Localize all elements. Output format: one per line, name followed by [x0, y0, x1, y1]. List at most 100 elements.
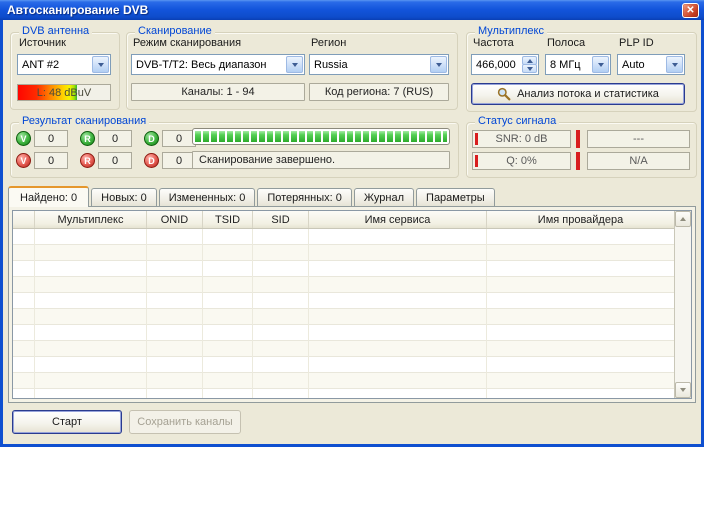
region-label: Регион [311, 37, 346, 49]
scan-progress-bar [192, 128, 450, 145]
group-signal-status-legend: Статус сигнала [475, 115, 559, 127]
quality-extra-text: N/A [629, 155, 647, 167]
region-dropdown-button[interactable] [430, 56, 447, 73]
save-channels-button[interactable]: Сохранить каналы [129, 410, 241, 434]
quality-field: Q: 0% [472, 152, 571, 170]
video-found-count: 0 [34, 130, 68, 147]
data-found-icon: D [144, 131, 159, 146]
snr-field: SNR: 0 dB [472, 130, 571, 148]
scan-mode-dropdown-button[interactable] [286, 56, 303, 73]
titlebar: Автосканирование DVB ✕ [0, 0, 704, 20]
start-button[interactable]: Старт [12, 410, 122, 434]
snr-text: SNR: 0 dB [496, 133, 548, 145]
region-select[interactable]: Russia [309, 54, 449, 75]
scan-status-field: Сканирование завершено. [192, 151, 450, 169]
plp-id-value: Auto [622, 59, 645, 71]
channels-table-body[interactable] [13, 229, 674, 398]
chevron-down-icon [436, 63, 442, 67]
quality-right-tick [576, 152, 580, 170]
spin-up-icon [527, 59, 533, 63]
data-found-count: 0 [162, 130, 196, 147]
close-icon: ✕ [686, 5, 694, 16]
region-value: Russia [314, 59, 348, 71]
group-dvb-antenna-legend: DVB антенна [19, 25, 92, 37]
group-multiplex-legend: Мультиплекс [475, 25, 547, 37]
tab-bar: Найдено: 0 Новых: 0 Измененных: 0 Потеря… [8, 186, 497, 207]
antenna-source-select[interactable]: ANT #2 [17, 54, 111, 75]
radio-scrambled-icon: R [80, 153, 95, 168]
scroll-down-button[interactable] [675, 382, 691, 398]
header-cell-sid: SID [253, 211, 309, 228]
analyze-stream-button[interactable]: Анализ потока и статистика [471, 83, 685, 105]
close-button[interactable]: ✕ [682, 3, 699, 18]
scroll-down-icon [680, 388, 686, 392]
tab-found-label: Найдено: 0 [20, 192, 77, 204]
video-found-icon: V [16, 131, 31, 146]
radio-found-icon: R [80, 131, 95, 146]
chevron-down-icon [598, 63, 604, 67]
snr-left-tick [475, 133, 478, 145]
radio-scrambled-count: 0 [98, 152, 132, 169]
bandwidth-value: 8 МГц [550, 59, 581, 71]
frequency-spin-down-button[interactable] [522, 64, 537, 73]
tab-panel-found: Мультиплекс ONID TSID SID Имя сервиса Им… [8, 206, 696, 403]
bandwidth-label: Полоса [547, 37, 585, 49]
tab-new[interactable]: Новых: 0 [91, 188, 157, 207]
dvb-autoscan-dialog: Автосканирование DVB ✕ DVB антенна Источ… [0, 0, 704, 447]
snr-extra-field: --- [587, 130, 690, 148]
save-channels-button-label: Сохранить каналы [137, 416, 232, 428]
scroll-up-icon [680, 217, 686, 221]
window-title: Автосканирование DVB [7, 3, 148, 17]
tab-log[interactable]: Журнал [354, 188, 414, 207]
tab-log-label: Журнал [364, 192, 404, 204]
signal-level-meter: L: 48 dBuV [17, 84, 111, 101]
antenna-source-dropdown-button[interactable] [92, 56, 109, 73]
analyze-stream-button-label: Анализ потока и статистика [517, 88, 659, 100]
scan-progress-fill [195, 131, 447, 142]
chevron-down-icon [98, 63, 104, 67]
header-cell-multiplex: Мультиплекс [35, 211, 147, 228]
frequency-label: Частота [473, 37, 514, 49]
bandwidth-select[interactable]: 8 МГц [545, 54, 611, 75]
scan-mode-value: DVB-T/T2: Весь диапазон [136, 59, 267, 71]
scroll-up-button[interactable] [675, 211, 691, 227]
vertical-scrollbar[interactable] [674, 211, 691, 398]
channels-info-field: Каналы: 1 - 94 [131, 83, 305, 101]
window-body: DVB антенна Источник ANT #2 L: 48 dBuV С… [3, 20, 701, 444]
tab-new-label: Новых: 0 [101, 192, 147, 204]
snr-extra-text: --- [633, 133, 644, 145]
radio-found-count: 0 [98, 130, 132, 147]
quality-text: Q: 0% [506, 155, 537, 167]
scan-mode-label: Режим сканирования [133, 37, 241, 49]
tab-found[interactable]: Найдено: 0 [8, 186, 89, 207]
plp-id-dropdown-button[interactable] [666, 56, 683, 73]
quality-extra-field: N/A [587, 152, 690, 170]
frequency-input[interactable]: 466,000 [471, 54, 539, 75]
group-scan-result-legend: Результат сканирования [19, 115, 149, 127]
video-scrambled-icon: V [16, 153, 31, 168]
header-cell-marker [13, 211, 35, 228]
tab-changed[interactable]: Измененных: 0 [159, 188, 256, 207]
header-cell-provider-name: Имя провайдера [487, 211, 674, 228]
tab-parameters[interactable]: Параметры [416, 188, 495, 207]
plp-id-select[interactable]: Auto [617, 54, 685, 75]
signal-level-text: L: 48 dBuV [37, 87, 91, 99]
data-scrambled-count: 0 [162, 152, 196, 169]
scan-status-text: Сканирование завершено. [199, 154, 335, 166]
channels-info-text: Каналы: 1 - 94 [181, 86, 254, 98]
bandwidth-dropdown-button[interactable] [592, 56, 609, 73]
region-code-info-field: Код региона: 7 (RUS) [309, 83, 449, 101]
channels-table: Мультиплекс ONID TSID SID Имя сервиса Им… [12, 210, 692, 399]
video-scrambled-count: 0 [34, 152, 68, 169]
data-scrambled-icon: D [144, 153, 159, 168]
antenna-source-value: ANT #2 [22, 59, 59, 71]
scan-mode-select[interactable]: DVB-T/T2: Весь диапазон [131, 54, 305, 75]
channels-table-header: Мультиплекс ONID TSID SID Имя сервиса Им… [13, 211, 674, 229]
chevron-down-icon [672, 63, 678, 67]
magnifier-icon [497, 87, 511, 101]
start-button-label: Старт [52, 416, 82, 428]
quality-left-tick [475, 155, 478, 167]
plp-id-label: PLP ID [619, 37, 654, 49]
region-code-info-text: Код региона: 7 (RUS) [325, 86, 433, 98]
tab-lost[interactable]: Потерянных: 0 [257, 188, 352, 207]
